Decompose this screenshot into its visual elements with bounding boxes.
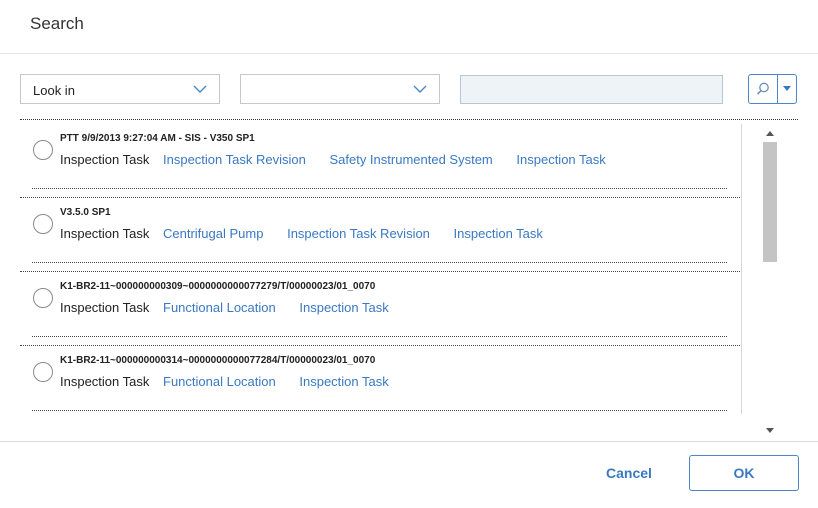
select-radio[interactable] [33, 140, 53, 160]
result-family: Inspection Task [60, 226, 150, 241]
result-links: Inspection Task Centrifugal Pump Inspect… [60, 226, 563, 241]
scrollbar-thumb[interactable] [763, 142, 777, 262]
result-link[interactable]: Inspection Task Revision [163, 152, 306, 167]
result-link[interactable]: Inspection Task [454, 226, 543, 241]
cancel-button[interactable]: Cancel [590, 460, 668, 486]
results-top-divider [20, 119, 798, 120]
result-links: Inspection Task Inspection Task Revision… [60, 152, 626, 167]
result-title: K1-BR2-11~000000000314~0000000000077284/… [60, 355, 376, 366]
search-button-divider [777, 75, 778, 103]
search-type-dropdown[interactable] [240, 74, 440, 104]
result-link[interactable]: Inspection Task Revision [287, 226, 430, 241]
results-list: PTT 9/9/2013 9:27:04 AM - SIS - V350 SP1… [20, 124, 742, 414]
result-link[interactable]: Inspection Task [516, 152, 605, 167]
scroll-up-arrow-icon[interactable] [766, 131, 774, 136]
row-divider [32, 262, 727, 263]
chevron-down-icon [413, 85, 427, 93]
list-item[interactable]: PTT 9/9/2013 9:27:04 AM - SIS - V350 SP1… [20, 124, 741, 198]
dialog-title: Search [30, 14, 84, 33]
chevron-down-icon [193, 85, 207, 93]
result-link[interactable]: Safety Instrumented System [329, 152, 492, 167]
result-link[interactable]: Centrifugal Pump [163, 226, 263, 241]
select-radio[interactable] [33, 214, 53, 234]
select-radio[interactable] [33, 362, 53, 382]
result-family: Inspection Task [60, 374, 150, 389]
result-link[interactable]: Inspection Task [299, 374, 388, 389]
result-links: Inspection Task Functional Location Insp… [60, 300, 409, 315]
dialog-footer: Cancel OK [0, 441, 818, 508]
ok-button[interactable]: OK [689, 455, 799, 491]
search-input[interactable] [460, 75, 723, 104]
search-bar: Look in [0, 74, 818, 106]
search-button[interactable] [748, 74, 797, 104]
result-title: PTT 9/9/2013 9:27:04 AM - SIS - V350 SP1 [60, 133, 255, 144]
scroll-down-arrow-icon[interactable] [766, 428, 774, 433]
list-item[interactable]: K1-BR2-11~000000000314~0000000000077284/… [20, 346, 741, 414]
dialog-header: Search [0, 0, 818, 54]
search-dialog: Search Look in PTT 9/9/2013 9:27:04 AM -… [0, 0, 818, 508]
row-divider [32, 336, 727, 337]
list-item[interactable]: K1-BR2-11~000000000309~0000000000077279/… [20, 272, 741, 346]
look-in-label: Look in [33, 83, 75, 98]
result-link[interactable]: Inspection Task [299, 300, 388, 315]
result-link[interactable]: Functional Location [163, 300, 276, 315]
search-icon [756, 82, 769, 95]
result-link[interactable]: Functional Location [163, 374, 276, 389]
results-scrollbar[interactable] [762, 126, 778, 440]
row-divider [32, 188, 727, 189]
result-title: V3.5.0 SP1 [60, 207, 111, 218]
select-radio[interactable] [33, 288, 53, 308]
row-divider [32, 410, 727, 411]
result-links: Inspection Task Functional Location Insp… [60, 374, 409, 389]
result-title: K1-BR2-11~000000000309~0000000000077279/… [60, 281, 376, 292]
list-item[interactable]: V3.5.0 SP1 Inspection Task Centrifugal P… [20, 198, 741, 272]
result-family: Inspection Task [60, 300, 150, 315]
look-in-dropdown[interactable]: Look in [20, 74, 220, 104]
search-options-caret-icon[interactable] [783, 86, 791, 91]
result-family: Inspection Task [60, 152, 150, 167]
